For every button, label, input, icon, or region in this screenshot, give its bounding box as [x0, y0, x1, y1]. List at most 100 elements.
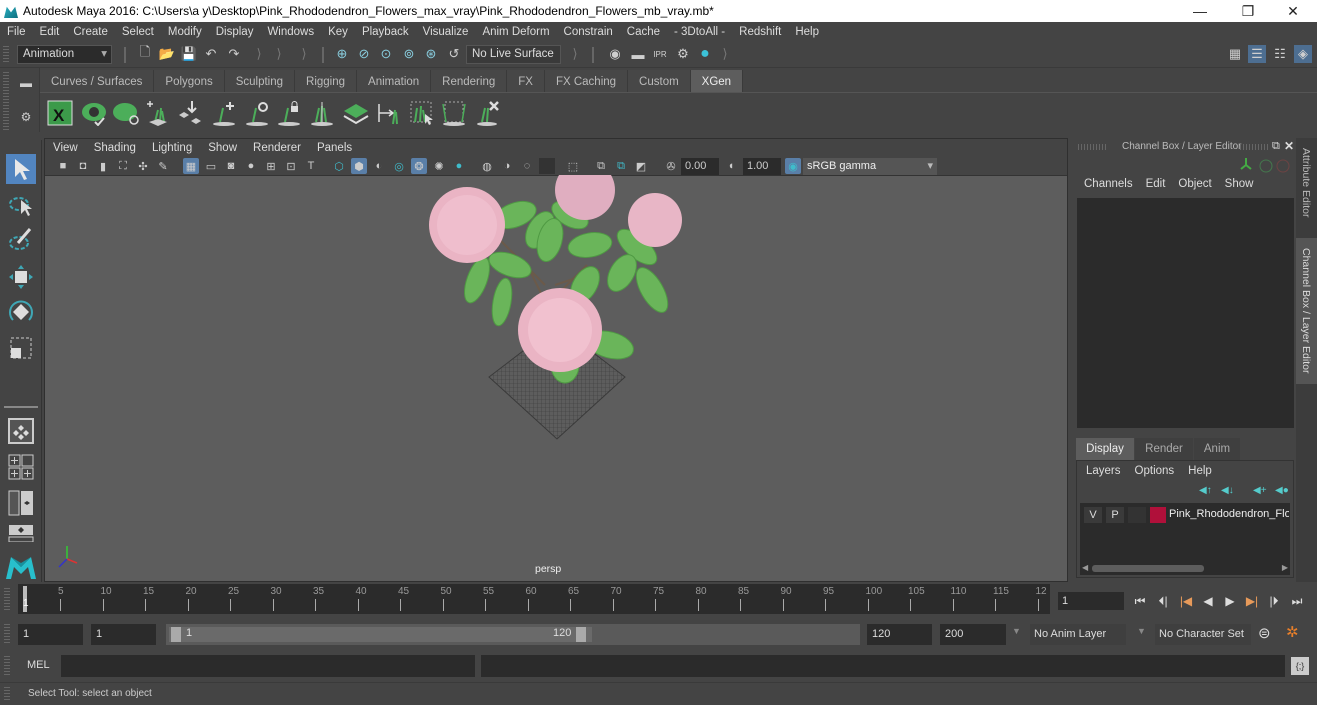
layer-editor-toggle-icon[interactable]: ◈ [1294, 45, 1312, 63]
channel-toggle-icon[interactable] [1259, 159, 1273, 173]
drag-handle[interactable] [3, 46, 9, 64]
collapse-arrow-icon[interactable]: ⟩ [566, 45, 584, 63]
render-view-icon[interactable]: ◉ [606, 45, 624, 63]
anti-aliasing-icon[interactable]: ◌ [519, 158, 535, 174]
drag-handle[interactable] [4, 588, 10, 612]
render-frame-icon[interactable]: ▬ [629, 45, 647, 63]
field-chart-icon[interactable]: ⊞ [263, 158, 279, 174]
exposure-field[interactable]: 0.00 [681, 158, 719, 175]
shelf-tab-curves-surfaces[interactable]: Curves / Surfaces [40, 70, 155, 92]
command-language-toggle[interactable]: MEL [27, 659, 50, 671]
scroll-left-icon[interactable]: ◀ [1082, 563, 1088, 572]
gamma-icon[interactable]: ◖ [723, 158, 739, 174]
shelf-settings-gear-icon[interactable]: ⚙ [17, 108, 35, 126]
gate-mask-icon[interactable]: ● [243, 158, 259, 174]
current-frame-field[interactable]: 1 [1058, 592, 1124, 610]
channels-menu[interactable]: Channels [1084, 178, 1146, 190]
guide-bounds-icon[interactable] [440, 99, 468, 127]
bookmark-icon[interactable]: ▮ [95, 158, 111, 174]
shelf-tab-rendering[interactable]: Rendering [431, 70, 508, 92]
xgen-hide-icon[interactable] [112, 99, 140, 127]
screen-space-ao-icon[interactable]: ◍ [479, 158, 495, 174]
xgen-layer-icon[interactable] [342, 99, 370, 127]
shelf-tab-fx-caching[interactable]: FX Caching [544, 70, 629, 92]
layer-color-swatch[interactable] [1150, 507, 1166, 523]
scrollbar-thumb[interactable] [1092, 565, 1204, 572]
character-set-dropdown[interactable]: No Character Set [1155, 624, 1251, 645]
shelf-tab-rigging[interactable]: Rigging [295, 70, 358, 92]
snap-to-grid-icon[interactable]: ⊕ [333, 45, 351, 63]
delete-guides-icon[interactable] [474, 99, 502, 127]
add-guides-icon[interactable] [144, 99, 172, 127]
menu-cache[interactable]: Cache [620, 26, 667, 38]
textured-icon[interactable]: ❂ [411, 158, 427, 174]
wireframe-on-shaded-icon[interactable]: ◐ [371, 158, 387, 174]
make-live-icon[interactable]: ⊛ [422, 45, 440, 63]
manipulator-icon[interactable] [1240, 158, 1252, 170]
anim-layer-dropdown[interactable]: No Anim Layer [1030, 624, 1126, 645]
drag-handle[interactable] [4, 624, 10, 644]
drag-handle[interactable] [4, 687, 10, 701]
ipr-render-icon[interactable]: IPR [651, 45, 669, 63]
color-management-toggle-icon[interactable]: ◉ [785, 158, 801, 174]
range-slider[interactable]: 1 120 [166, 624, 860, 645]
render-settings-icon[interactable]: ⚙ [674, 45, 692, 63]
xray-icon[interactable]: ◎ [391, 158, 407, 174]
menu-redshift[interactable]: Redshift [732, 26, 788, 38]
layer-help-menu[interactable]: Help [1188, 465, 1212, 477]
smooth-shade-icon[interactable]: ⬢ [351, 158, 367, 174]
outliner-persp-layout-icon[interactable] [6, 488, 36, 518]
go-to-end-icon[interactable]: ⏭ [1288, 592, 1306, 610]
layer-tab-render[interactable]: Render [1135, 438, 1193, 460]
menu-3dtoall[interactable]: - 3DtoAll - [667, 26, 732, 38]
live-surface-field[interactable]: No Live Surface [466, 45, 561, 64]
viewport-menu-lighting[interactable]: Lighting [144, 142, 200, 154]
viewport-panel[interactable]: View Shading Lighting Show Renderer Pane… [44, 138, 1068, 582]
shelf-tab-animation[interactable]: Animation [357, 70, 432, 92]
play-forwards-icon[interactable]: ▶ [1221, 592, 1239, 610]
object-menu[interactable]: Object [1178, 178, 1224, 190]
create-empty-layer-icon[interactable]: ◀+ [1253, 485, 1267, 496]
menuset-dropdown[interactable]: Animation ▾ [17, 45, 112, 64]
menu-playback[interactable]: Playback [355, 26, 416, 38]
viewport-menu-view[interactable]: View [45, 142, 86, 154]
isolate-select-icon[interactable]: ⬚ [565, 158, 581, 174]
collapse-arrow-icon[interactable]: ⟩ [716, 45, 734, 63]
animation-preferences-icon[interactable]: ✲ [1286, 623, 1306, 643]
attribute-editor-tab[interactable]: Attribute Editor [1300, 148, 1312, 217]
tool-settings-icon[interactable]: ☷ [1271, 45, 1289, 63]
time-slider[interactable]: 1 5 10 15 20 25 30 35 40 45 50 55 60 65 70 75 80 85 90 95 1… [18, 584, 1050, 614]
playback-start-field[interactable]: 1 [91, 624, 156, 645]
lasso-tool-icon[interactable] [6, 190, 36, 220]
modeling-toolkit-icon[interactable]: ▦ [1226, 45, 1244, 63]
grid-toggle-icon[interactable]: ▦ [183, 158, 199, 174]
xgen-window-icon[interactable]: X [46, 99, 74, 127]
layer-visibility-toggle[interactable]: V [1084, 507, 1102, 523]
snap-to-surface-icon[interactable]: ↺ [445, 45, 463, 63]
menu-display[interactable]: Display [209, 26, 261, 38]
shelf-tab-xgen[interactable]: XGen [690, 70, 744, 92]
animation-end-field[interactable]: 200 [940, 624, 1006, 645]
shelf-tab-sculpting[interactable]: Sculpting [224, 70, 296, 92]
wireframe-icon[interactable]: ⬡ [331, 158, 347, 174]
shadows-icon[interactable]: ● [451, 158, 467, 174]
exposure-icon[interactable]: ✇ [663, 158, 679, 174]
menu-help[interactable]: Help [788, 26, 826, 38]
move-guides-icon[interactable] [176, 99, 204, 127]
new-scene-icon[interactable]: 🗋 [136, 44, 154, 63]
redo-icon[interactable]: ↷ [225, 45, 243, 63]
select-guides-icon[interactable] [408, 99, 436, 127]
drag-handle[interactable] [1240, 144, 1268, 150]
viewport-menu-renderer[interactable]: Renderer [245, 142, 309, 154]
paint-select-tool-icon[interactable] [6, 225, 36, 255]
hypershade-icon[interactable]: ● [696, 45, 714, 63]
float-panel-icon[interactable]: ⧉ [1272, 140, 1280, 153]
resolution-gate-icon[interactable]: ◙ [223, 158, 239, 174]
move-layer-up-icon[interactable]: ◀↑ [1199, 485, 1212, 496]
use-all-lights-icon[interactable]: ✺ [431, 158, 447, 174]
move-tool-icon[interactable] [6, 262, 36, 292]
channel-list[interactable] [1077, 198, 1294, 428]
step-back-frame-icon[interactable]: ⏴| [1154, 592, 1172, 610]
step-forward-key-icon[interactable]: ▶| [1243, 592, 1261, 610]
open-scene-icon[interactable]: 📂 [158, 45, 176, 63]
